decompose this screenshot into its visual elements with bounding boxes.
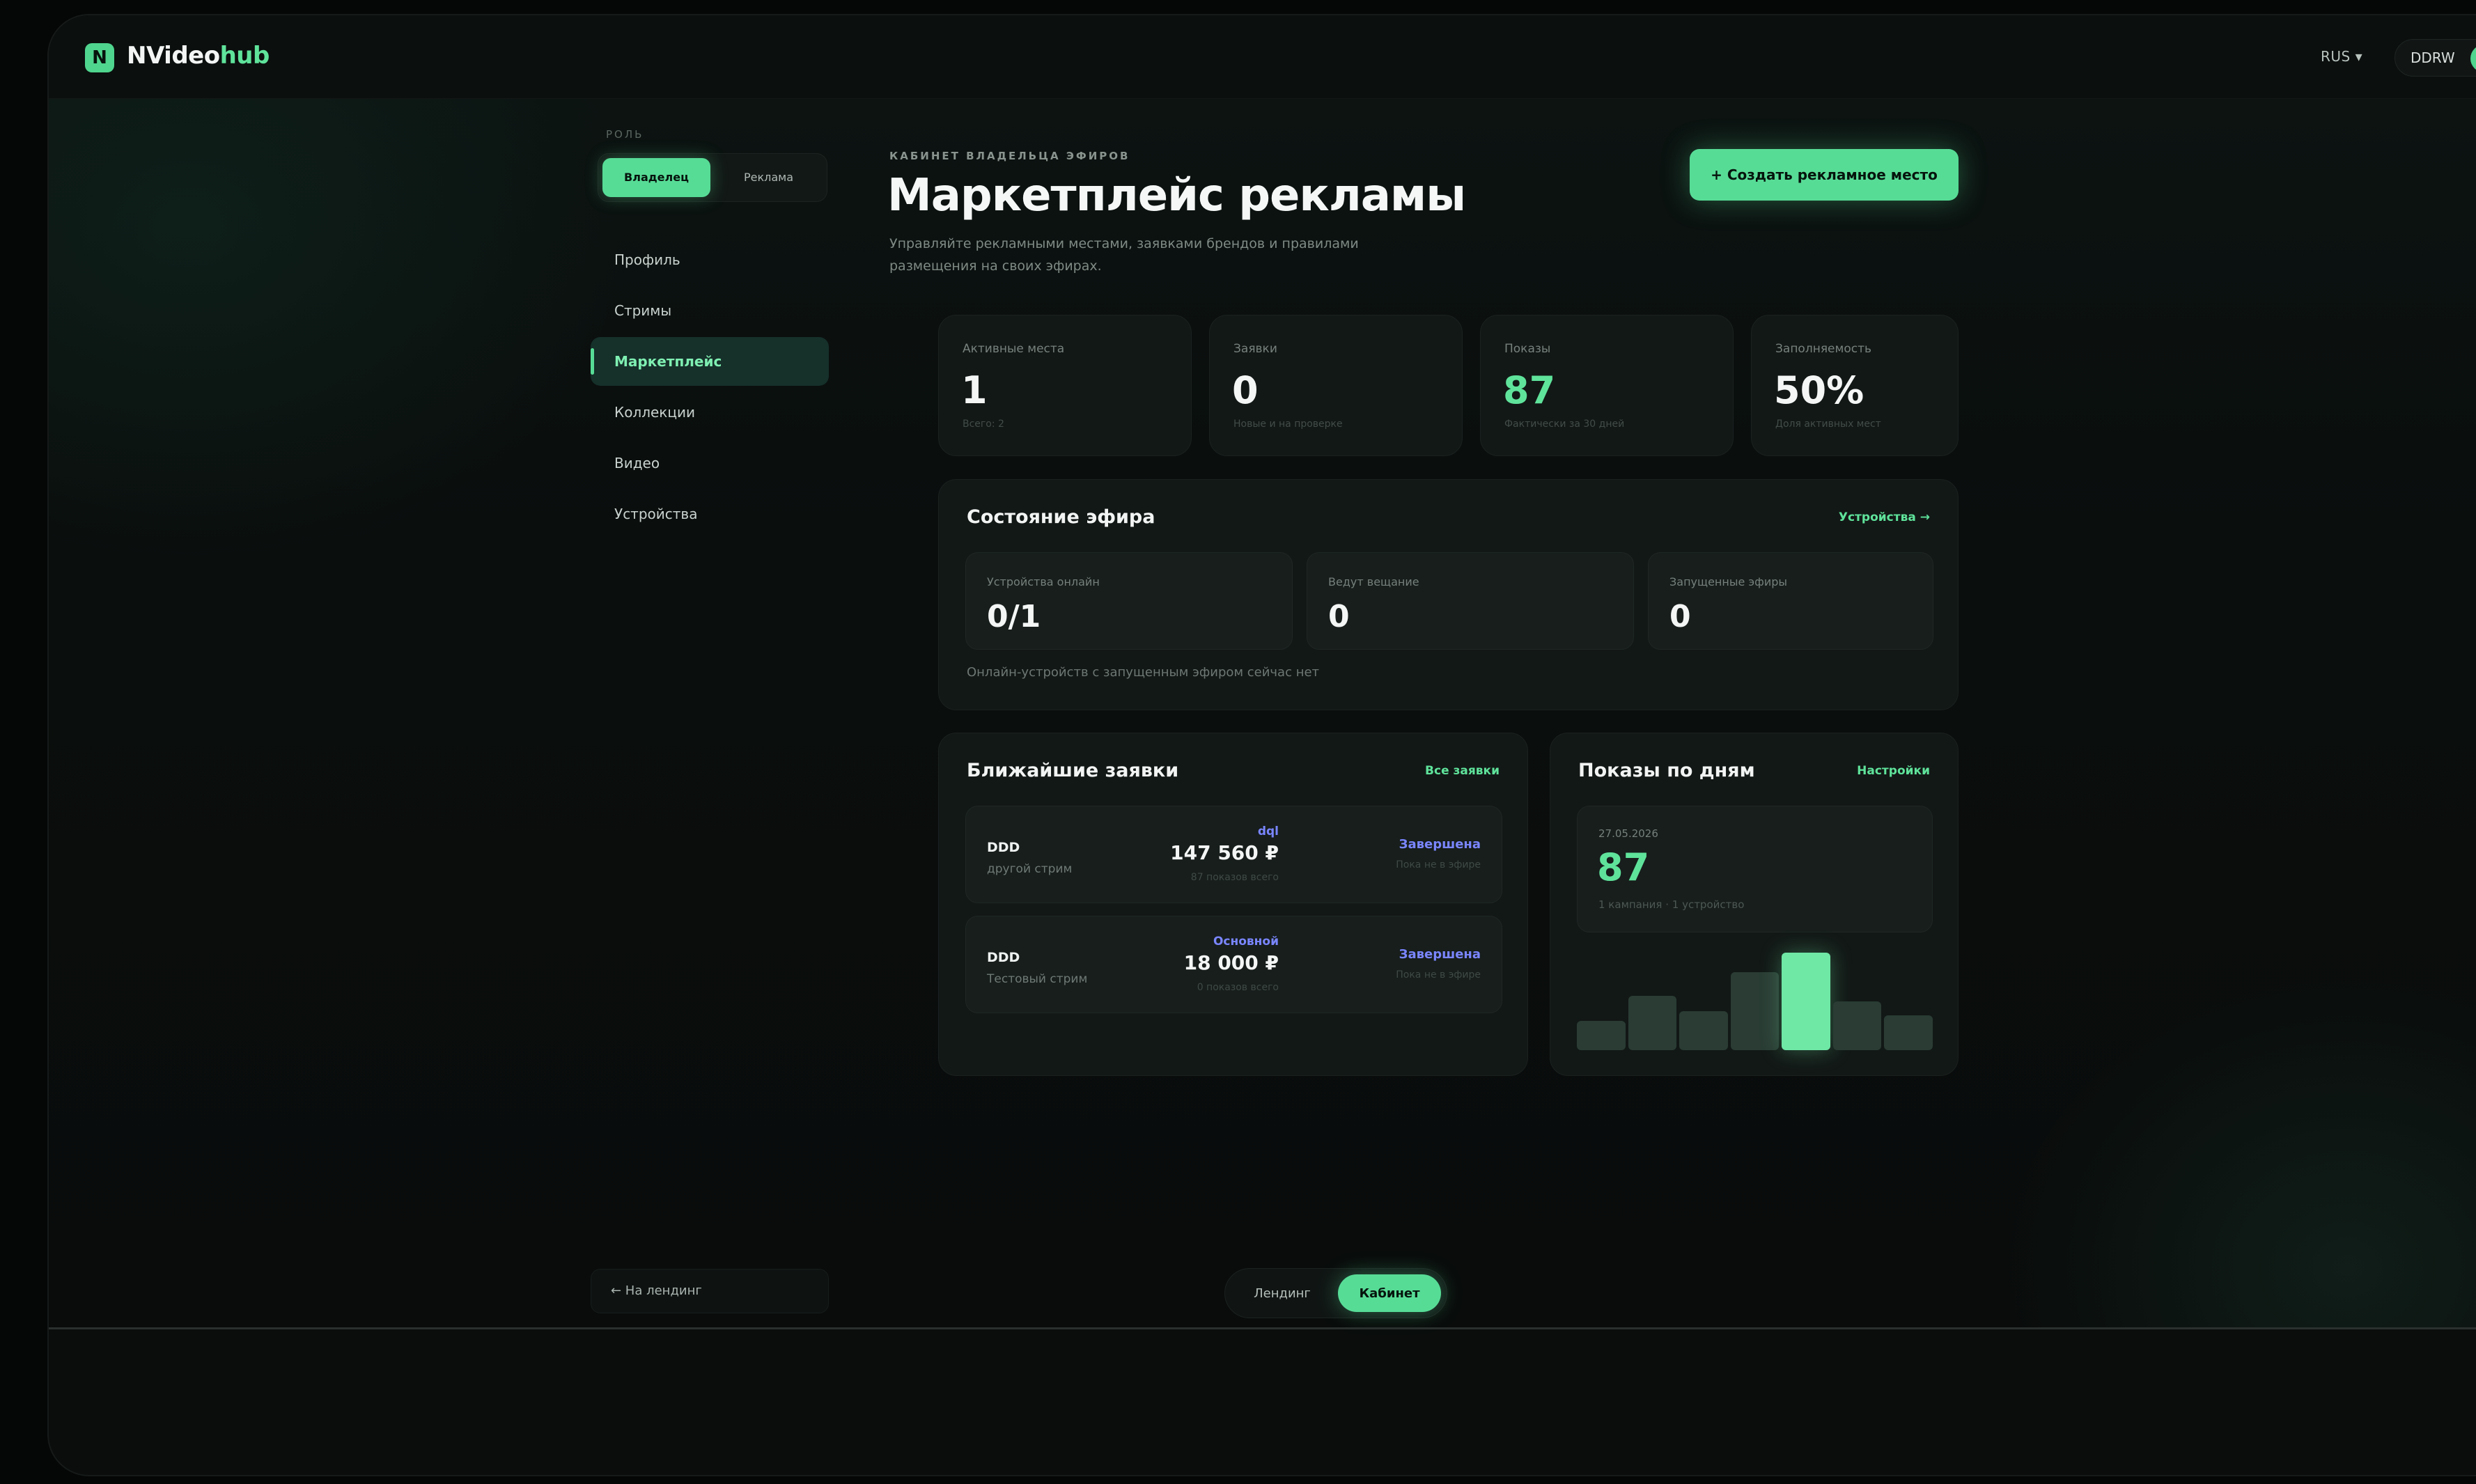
stat-card-impressions: Показы 87 Фактически за 30 дней	[1480, 315, 1734, 456]
page-eyebrow: КАБИНЕТ ВЛАДЕЛЬЦА ЭФИРОВ	[889, 150, 1130, 162]
sidebar-item-video[interactable]: Видео	[591, 439, 829, 487]
metric-devices-online: Устройства онлайн 0/1	[965, 552, 1293, 650]
stat-note: Всего: 2	[963, 419, 1004, 430]
metric-value: 0	[1328, 599, 1350, 634]
request-stream: Тестовый стрим	[987, 972, 1088, 986]
role-toggle: Владелец Реклама	[598, 153, 827, 202]
back-to-landing-link[interactable]: ← На лендинг	[591, 1269, 829, 1313]
settings-link[interactable]: Настройки	[1857, 764, 1930, 778]
daily-summary: 27.05.2026 87 1 кампания · 1 устройство	[1577, 806, 1933, 932]
sidebar-item-devices[interactable]: Устройства	[591, 490, 829, 538]
stat-label: Заполняемость	[1775, 342, 1871, 356]
request-status-note: Пока не в эфире	[1396, 969, 1481, 981]
metric-value: 0/1	[987, 599, 1041, 634]
stat-note: Фактически за 30 дней	[1504, 419, 1625, 430]
metric-label: Ведут вещание	[1328, 575, 1419, 588]
request-price: 147 560 ₽	[1170, 841, 1279, 864]
landing-tab[interactable]: Лендинг	[1231, 1274, 1334, 1312]
screen-edge	[49, 1327, 2476, 1329]
user-name: DDRW	[2411, 49, 2455, 66]
daily-bar[interactable]	[1884, 1015, 1933, 1050]
sidebar-item-profile[interactable]: Профиль	[591, 235, 829, 284]
daily-note: 1 кампания · 1 устройство	[1598, 898, 1745, 911]
request-row[interactable]: DDD другой стрим dql 147 560 ₽ 87 показо…	[965, 806, 1502, 903]
logo-icon: N	[85, 43, 114, 72]
cabinet-tab[interactable]: Кабинет	[1338, 1274, 1441, 1312]
logo-name: NVideo	[127, 42, 220, 70]
stat-value: 87	[1503, 368, 1556, 412]
status-footer-text: Онлайн-устройств с запущенным эфиром сей…	[967, 665, 1320, 680]
logo-text[interactable]: NVideohub	[127, 42, 270, 70]
daily-bar[interactable]	[1577, 1021, 1626, 1050]
user-menu[interactable]: DDRW DD	[2395, 39, 2476, 77]
request-tag: Основной	[1213, 935, 1279, 948]
nearest-requests-card: Ближайшие заявки Все заявки DDD другой с…	[938, 733, 1528, 1076]
request-impressions: 87 показов всего	[1190, 872, 1279, 883]
request-row[interactable]: DDD Тестовый стрим Основной 18 000 ₽ 0 п…	[965, 916, 1502, 1013]
request-name: DDD	[987, 840, 1020, 855]
view-switch: Лендинг Кабинет	[1224, 1268, 1447, 1318]
devices-link[interactable]: Устройства →	[1839, 510, 1930, 524]
stat-note: Новые и на проверке	[1233, 419, 1343, 430]
daily-bar[interactable]	[1730, 972, 1780, 1050]
request-stream: другой стрим	[987, 862, 1073, 876]
daily-value: 87	[1597, 845, 1650, 889]
create-ad-slot-button[interactable]: + Создать рекламное место	[1690, 149, 1959, 201]
all-requests-link[interactable]: Все заявки	[1425, 764, 1500, 778]
daily-bar[interactable]	[1628, 996, 1677, 1050]
daily-bar[interactable]	[1782, 953, 1830, 1050]
stat-label: Заявки	[1233, 342, 1277, 356]
page-subtitle: Управляйте рекламными местами, заявками …	[889, 236, 1359, 274]
request-status: Завершена	[1399, 947, 1481, 962]
daily-date: 27.05.2026	[1598, 827, 1658, 840]
sidebar-item-collections[interactable]: Коллекции	[591, 388, 829, 437]
top-bar: N NVideohub RUS ▾ DDRW DD	[49, 15, 2476, 99]
metric-label: Запущенные эфиры	[1669, 575, 1788, 588]
role-ads-button[interactable]: Реклама	[715, 158, 823, 197]
sidebar-item-streams[interactable]: Стримы	[591, 286, 829, 335]
sidebar-item-marketplace[interactable]: Маркетплейс	[591, 337, 829, 386]
stat-card-fill-rate: Заполняемость 50% Доля активных мест	[1751, 315, 1959, 456]
role-label: РОЛЬ	[606, 128, 644, 141]
metric-broadcasting: Ведут вещание 0	[1307, 552, 1634, 650]
request-name: DDD	[987, 950, 1020, 965]
section-title: Ближайшие заявки	[967, 760, 1179, 781]
daily-bar[interactable]	[1832, 1001, 1882, 1050]
logo-name-accent: hub	[219, 42, 270, 70]
device-frame: N NVideohub RUS ▾ DDRW DD РОЛЬ Владелец …	[47, 14, 2476, 1476]
stat-value: 1	[961, 368, 988, 412]
stat-label: Показы	[1504, 342, 1551, 356]
request-impressions: 0 показов всего	[1197, 982, 1279, 993]
language-selector[interactable]: RUS ▾	[2321, 48, 2362, 65]
page-title: Маркетплейс рекламы	[887, 170, 1466, 221]
stat-card-active-slots: Активные места 1 Всего: 2	[938, 315, 1192, 456]
request-status-note: Пока не в эфире	[1396, 859, 1481, 870]
section-title: Состояние эфира	[967, 506, 1155, 528]
metric-value: 0	[1669, 599, 1691, 634]
stat-value: 50%	[1774, 368, 1864, 412]
stat-note: Доля активных мест	[1775, 419, 1881, 430]
request-tag: dql	[1257, 825, 1279, 838]
request-price: 18 000 ₽	[1183, 951, 1279, 974]
metric-running-streams: Запущенные эфиры 0	[1648, 552, 1933, 650]
daily-bar-chart	[1577, 942, 1933, 1050]
daily-bar[interactable]	[1679, 1011, 1728, 1050]
daily-impressions-card: Показы по дням Настройки 27.05.2026 87 1…	[1550, 733, 1959, 1076]
stat-value: 0	[1232, 368, 1259, 412]
sidebar-nav: Профиль Стримы Маркетплейс Коллекции Вид…	[591, 235, 829, 540]
stat-label: Активные места	[963, 342, 1065, 356]
stat-card-requests: Заявки 0 Новые и на проверке	[1209, 315, 1463, 456]
avatar: DD	[2470, 45, 2476, 72]
role-owner-button[interactable]: Владелец	[602, 158, 710, 197]
app-screen: N NVideohub RUS ▾ DDRW DD РОЛЬ Владелец …	[49, 15, 2476, 1327]
broadcast-status-card: Состояние эфира Устройства → Устройства …	[938, 479, 1959, 710]
request-status: Завершена	[1399, 837, 1481, 852]
metric-label: Устройства онлайн	[987, 575, 1100, 588]
section-title: Показы по дням	[1578, 760, 1755, 781]
